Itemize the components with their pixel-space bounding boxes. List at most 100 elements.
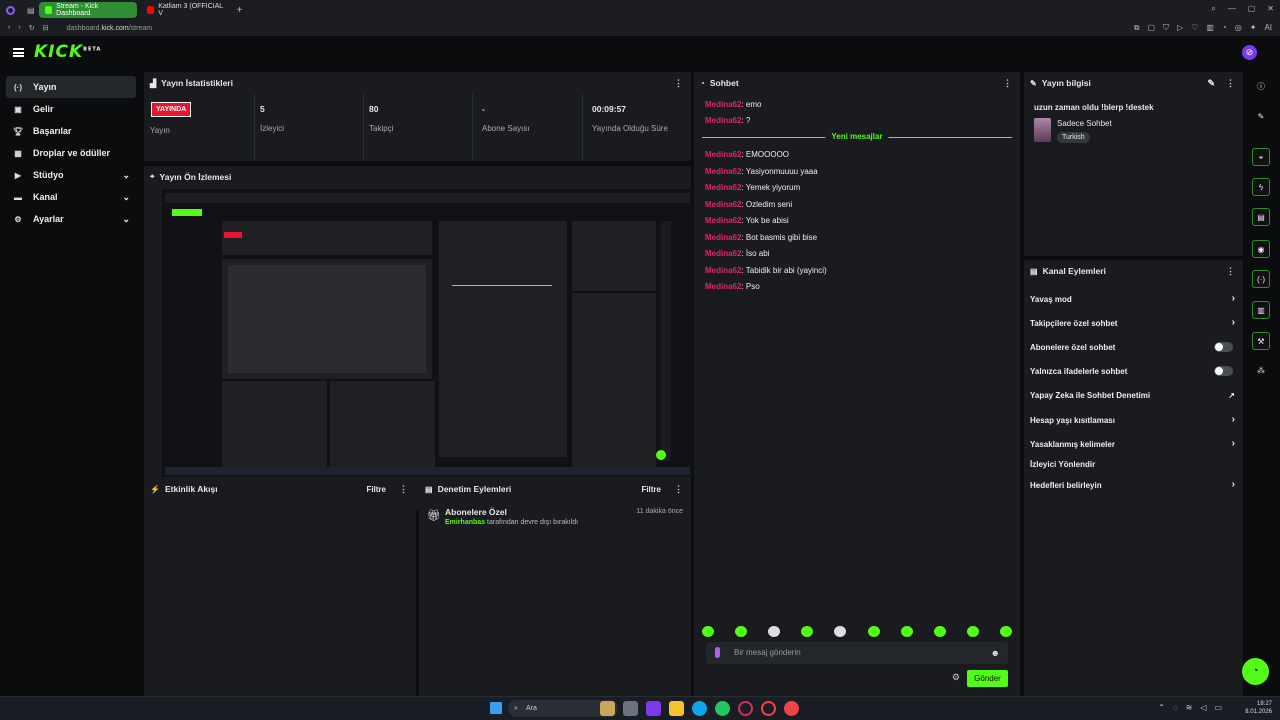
- chat-input[interactable]: Bir mesaj gönderin ☻: [706, 642, 1008, 664]
- chat-settings-icon[interactable]: ⚙: [952, 672, 960, 683]
- more-icon[interactable]: ⋮: [399, 484, 408, 495]
- sidebar-item-gelir[interactable]: ▣ Gelir: [6, 98, 136, 120]
- menu-icon[interactable]: [13, 48, 24, 57]
- chat-username[interactable]: Medina62: [705, 167, 741, 176]
- emotes-only-toggle[interactable]: [1214, 366, 1233, 376]
- info-icon[interactable]: ⓘ: [1252, 78, 1270, 96]
- app-icon[interactable]: [784, 701, 799, 716]
- edge-icon[interactable]: [692, 701, 707, 716]
- chat-username[interactable]: Medina62: [705, 116, 741, 125]
- more-icon[interactable]: ⋮: [1003, 78, 1012, 89]
- tab-youtube[interactable]: Katliam 3 (OFFICIAL V: [141, 2, 233, 18]
- messenger-icon[interactable]: ◔: [1222, 23, 1227, 33]
- sidebar-item-yayin[interactable]: (·) Yayın: [6, 76, 136, 98]
- microphone-icon[interactable]: [715, 647, 720, 658]
- chat-username[interactable]: Medina62: [705, 200, 741, 209]
- forward-icon[interactable]: ›: [18, 24, 20, 32]
- action-raid[interactable]: İzleyici Yönlendir: [1030, 460, 1235, 469]
- more-icon[interactable]: ⋮: [1226, 266, 1235, 277]
- minimize-button[interactable]: —: [1228, 4, 1236, 14]
- more-icon[interactable]: ⋮: [674, 484, 683, 495]
- windows-start-icon[interactable]: [490, 702, 502, 714]
- whatsapp-icon[interactable]: ◎: [1235, 23, 1242, 33]
- stream-preview-video[interactable]: [162, 189, 693, 477]
- play-icon[interactable]: ▷: [1177, 23, 1183, 33]
- opera-gx-icon[interactable]: [738, 701, 753, 716]
- chat-username[interactable]: Medina62: [705, 100, 741, 109]
- copilot-icon[interactable]: [646, 701, 661, 716]
- wifi-icon[interactable]: ≋: [1186, 703, 1193, 712]
- chat-username[interactable]: Medina62: [705, 233, 741, 242]
- emote-icon[interactable]: [735, 626, 748, 637]
- action-followers-only[interactable]: Takipçilere özel sohbet ›: [1030, 317, 1235, 328]
- emote-icon[interactable]: [768, 626, 781, 637]
- chrome-icon[interactable]: [715, 701, 730, 716]
- camera-icon[interactable]: ⌖: [1252, 148, 1270, 166]
- support-chat-button[interactable]: ◔: [1242, 658, 1269, 685]
- more-icon[interactable]: ⋮: [1226, 78, 1235, 89]
- sidebar-item-ayarlar[interactable]: ⚙ Ayarlar ⌄: [6, 208, 136, 230]
- document-icon[interactable]: ▤: [1252, 208, 1270, 226]
- sidebar-item-studyo[interactable]: ▶ Stüdyo ⌄: [6, 164, 136, 186]
- back-icon[interactable]: ‹: [8, 24, 10, 32]
- action-goals[interactable]: Hedefleri belirleyin ›: [1030, 479, 1235, 490]
- chat-bubble-icon[interactable]: ◉: [1252, 240, 1270, 258]
- widgets-icon[interactable]: [600, 701, 615, 716]
- lightning-icon[interactable]: ϟ: [1252, 178, 1270, 196]
- chat-username[interactable]: Medina62: [705, 150, 741, 159]
- emote-icon[interactable]: [867, 626, 880, 637]
- url-field[interactable]: dashboard.kick.com/stream: [66, 25, 152, 32]
- action-ai-moderation[interactable]: Yapay Zeka ile Sohbet Denetimi ↗: [1030, 391, 1235, 400]
- emote-icon[interactable]: [702, 626, 714, 637]
- extensions-icon[interactable]: ✦: [1250, 23, 1257, 33]
- filter-button[interactable]: Filtre: [641, 485, 661, 494]
- panels-icon[interactable]: ▥: [1252, 301, 1270, 319]
- reload-icon[interactable]: ↻: [29, 24, 35, 32]
- security-icon[interactable]: ⊟: [43, 24, 49, 32]
- send-button[interactable]: Gönder: [967, 670, 1008, 687]
- category-name[interactable]: Sadece Sohbet: [1057, 119, 1112, 128]
- file-explorer-icon[interactable]: [669, 701, 684, 716]
- action-banned-words[interactable]: Yasaklanmış kelimeler ›: [1030, 438, 1235, 449]
- emoji-icon[interactable]: ☻: [991, 648, 1000, 658]
- broadcast-icon[interactable]: (·): [1252, 270, 1270, 288]
- more-icon[interactable]: ⋮: [674, 78, 683, 89]
- emote-icon[interactable]: [834, 626, 847, 637]
- heart-icon[interactable]: ♡: [1191, 23, 1198, 33]
- search-tabs-icon[interactable]: ⌕: [1211, 4, 1215, 14]
- copy-icon[interactable]: ⧉: [1134, 23, 1140, 33]
- entry-user[interactable]: Emirhanbas: [445, 519, 485, 526]
- close-window-button[interactable]: ✕: [1267, 4, 1274, 14]
- apps-icon[interactable]: ⁂: [1252, 362, 1270, 380]
- sidebar-item-droplar[interactable]: ▦ Droplar ve ödüller: [6, 142, 136, 164]
- subscribers-only-toggle[interactable]: [1214, 342, 1233, 352]
- tag-badge[interactable]: Turkish: [1057, 132, 1090, 143]
- emote-icon[interactable]: [966, 626, 979, 637]
- new-tab-button[interactable]: +: [237, 5, 243, 16]
- chat-username[interactable]: Medina62: [705, 216, 741, 225]
- chevron-up-icon[interactable]: ⌃: [1158, 703, 1165, 712]
- kick-logo[interactable]: KICKBETA: [34, 42, 101, 62]
- opera-menu-icon[interactable]: [6, 5, 15, 15]
- tab-kick-dashboard[interactable]: Stream - Kick Dashboard: [38, 2, 137, 18]
- opera-icon[interactable]: [761, 701, 776, 716]
- emote-icon[interactable]: [801, 626, 814, 637]
- sidebar-item-kanal[interactable]: ▬ Kanal ⌄: [6, 186, 136, 208]
- bookmark-icon[interactable]: ▥: [1206, 23, 1214, 33]
- snapshot-icon[interactable]: ▢: [1147, 23, 1155, 33]
- adblock-icon[interactable]: ⛉: [1163, 23, 1169, 33]
- edit-icon[interactable]: ✎: [1252, 108, 1270, 126]
- ai-button[interactable]: AI: [1264, 23, 1272, 33]
- task-view-icon[interactable]: [623, 701, 638, 716]
- chat-username[interactable]: Medina62: [705, 249, 741, 258]
- action-slow-mode[interactable]: Yavaş mod ›: [1030, 293, 1235, 304]
- wrench-icon[interactable]: ⚒: [1252, 332, 1270, 350]
- emote-icon[interactable]: [900, 626, 913, 637]
- battery-icon[interactable]: ▭: [1214, 703, 1222, 712]
- emote-icon[interactable]: [933, 626, 946, 637]
- sidebar-item-basarilar[interactable]: 🏆︎ Başarılar: [6, 120, 136, 142]
- chat-username[interactable]: Medina62: [705, 183, 741, 192]
- headset-icon[interactable]: ◌: [1173, 703, 1178, 712]
- maximize-button[interactable]: ▢: [1248, 4, 1256, 14]
- chat-username[interactable]: Medina62: [705, 282, 741, 291]
